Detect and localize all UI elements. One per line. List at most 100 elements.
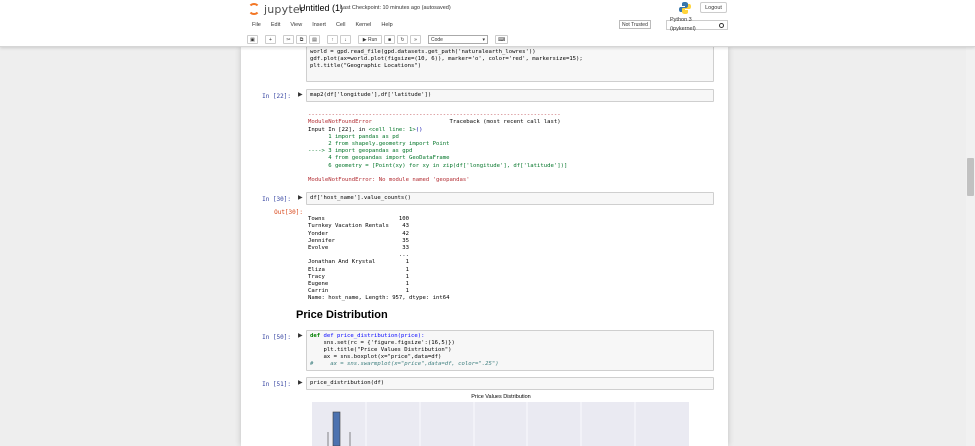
code-line: plt.title("Price Values Distribution"): [310, 347, 452, 353]
code-line: df['host_name'].value_counts(): [310, 195, 412, 201]
output-line: Towns 100: [308, 216, 410, 223]
cut-button[interactable]: ✂: [283, 34, 294, 44]
input-prompt: In [30]:: [262, 196, 291, 203]
error-message: ModuleNotFoundError: No module named 'ge…: [308, 177, 470, 184]
arrow-up-icon: ↑: [331, 36, 334, 43]
output-line: Jonathan And Krystal 1: [308, 259, 410, 266]
output-line: Carrin 1: [308, 288, 410, 295]
cell-input[interactable]: def def price_distribution(price): sns.s…: [306, 330, 714, 371]
code-line: sns.set(rc = {'figure.figsize':(16,5)}): [310, 340, 455, 346]
code-text: def price_distribution(price):: [323, 333, 425, 339]
interrupt-button[interactable]: ■: [384, 34, 395, 44]
save-button[interactable]: ▣: [247, 34, 258, 44]
paste-icon: ▤: [312, 36, 317, 43]
traceback-paren: (): [415, 126, 423, 133]
traceback-input-line: Input In [22], in: [308, 126, 369, 133]
notebook-container: #this is a simple map that goes with geo…: [241, 39, 728, 446]
error-name: ModuleNotFoundError: [308, 119, 372, 126]
run-cell-icon[interactable]: ▶: [298, 91, 304, 99]
output-line: ...: [308, 252, 410, 259]
error-output: ----------------------------------------…: [308, 105, 567, 184]
menu-edit[interactable]: Edit: [266, 19, 285, 31]
input-prompt: In [22]:: [262, 93, 291, 100]
cell-type-select[interactable]: Code ▾: [428, 34, 488, 44]
output-prompt: Out[30]:: [274, 209, 303, 216]
code-line: def def price_distribution(price):: [310, 333, 425, 339]
cell-input[interactable]: df['host_name'].value_counts(): [306, 192, 714, 205]
code-line: gdf.plot(ax=world.plot(figsize=(10, 6)),…: [310, 56, 583, 62]
cut-icon: ✂: [286, 36, 291, 43]
jupyter-logo-icon: [248, 3, 260, 15]
keyboard-icon: ⌨: [498, 36, 506, 43]
logout-button[interactable]: Logout: [700, 2, 727, 13]
chevron-down-icon: ▾: [482, 36, 485, 43]
restart-button[interactable]: ↻: [397, 34, 408, 44]
python-logo-icon: [679, 2, 691, 14]
input-prompt: In [50]:: [262, 334, 291, 341]
code-line: # ax = sns.swarmplot(x="price",data=df, …: [310, 361, 499, 367]
save-icon: ▣: [250, 36, 255, 43]
page-scrollbar[interactable]: [966, 47, 975, 446]
menu-help[interactable]: Help: [376, 19, 397, 31]
arrow-down-icon: ↓: [344, 36, 347, 43]
scrollbar-thumb[interactable]: [967, 158, 974, 196]
run-cell-icon[interactable]: ▶: [298, 379, 304, 387]
code-line: map2(df['longitude'],df['latitude']): [310, 92, 432, 98]
traceback-line: 4 from geopandas import GeoDataFrame: [308, 155, 450, 162]
copy-button[interactable]: ⧉: [296, 34, 307, 44]
run-icon: ▶: [362, 36, 367, 43]
cell-input[interactable]: price_distribution(df): [306, 377, 714, 390]
traceback-line: 2 from shapely.geometry import Point: [308, 141, 450, 148]
insert-cell-button[interactable]: +: [265, 34, 276, 44]
output-line: Jennifer 35: [308, 237, 410, 244]
output-line: Eugene 1: [308, 281, 410, 288]
run-cell-icon[interactable]: ▶: [298, 332, 304, 340]
output-line: Turnkey Vacation Rentals 43: [308, 223, 410, 230]
code-line: ax = sns.boxplot(x="price",data=df): [310, 354, 442, 360]
code-line: price_distribution(df): [310, 380, 385, 386]
move-up-button[interactable]: ↑: [327, 34, 338, 44]
notebook-header: jupyter Untitled (1) Last Checkpoint: 10…: [0, 0, 975, 47]
checkpoint-status: Last Checkpoint: 10 minutes ago (autosav…: [340, 5, 451, 11]
value-counts-output: Towns 100 Turnkey Vacation Rentals 43 Yo…: [308, 209, 449, 303]
kernel-indicator[interactable]: Python 3 (ipykernel): [666, 17, 728, 32]
toolbar: ▣ + ✂ ⧉ ▤ ↑ ↓ ▶ Run ■ ↻ » Code ▾ ⌨: [247, 34, 509, 44]
cell-input[interactable]: map2(df['longitude'],df['latitude']): [306, 89, 714, 102]
output-line: Tracy 1: [308, 273, 410, 280]
traceback-line: 6 geometry = [Point(xy) for xy in zip(df…: [308, 162, 568, 169]
plot-background: [312, 402, 689, 446]
chart-title: Price Values Distribution: [471, 394, 531, 400]
menu-insert[interactable]: Insert: [307, 19, 331, 31]
cell-type-value: Code: [431, 36, 443, 43]
output-line: Name: host_name, Length: 957, dtype: int…: [308, 295, 450, 302]
run-button[interactable]: ▶ Run: [358, 34, 382, 44]
fast-forward-icon: »: [414, 36, 417, 43]
menu-bar: File Edit View Insert Cell Kernel Help: [247, 19, 398, 31]
output-line: Evolve 33: [308, 245, 410, 252]
restart-run-all-button[interactable]: »: [410, 34, 421, 44]
traceback-cell-line: <cell line: 1>: [368, 126, 416, 133]
menu-kernel[interactable]: Kernel: [350, 19, 376, 31]
kernel-status-icon: [719, 22, 724, 28]
jupyter-logo[interactable]: jupyter: [248, 2, 305, 16]
traceback-line: ----> 3 import geopandas as gpd: [308, 148, 413, 155]
trust-button[interactable]: Not Trusted: [619, 20, 651, 29]
traceback-line: 1 import pandas as pd: [308, 133, 399, 140]
run-label: Run: [368, 36, 378, 43]
command-palette-button[interactable]: ⌨: [495, 34, 509, 44]
restart-icon: ↻: [400, 36, 405, 43]
paste-button[interactable]: ▤: [309, 34, 320, 44]
run-cell-icon[interactable]: ▶: [298, 194, 304, 202]
menu-cell[interactable]: Cell: [331, 19, 350, 31]
copy-icon: ⧉: [299, 36, 304, 43]
kernel-name: Python 3 (ipykernel): [670, 17, 696, 32]
code-line: plt.title("Geographic Locations"): [310, 63, 422, 69]
markdown-heading: Price Distribution: [296, 309, 388, 321]
boxplot-chart: [312, 402, 689, 446]
box-body: [332, 411, 341, 446]
notebook-name[interactable]: Untitled (1): [299, 3, 343, 13]
move-down-button[interactable]: ↓: [340, 34, 351, 44]
menu-file[interactable]: File: [247, 19, 266, 31]
menu-view[interactable]: View: [285, 19, 307, 31]
plus-icon: +: [269, 36, 272, 43]
